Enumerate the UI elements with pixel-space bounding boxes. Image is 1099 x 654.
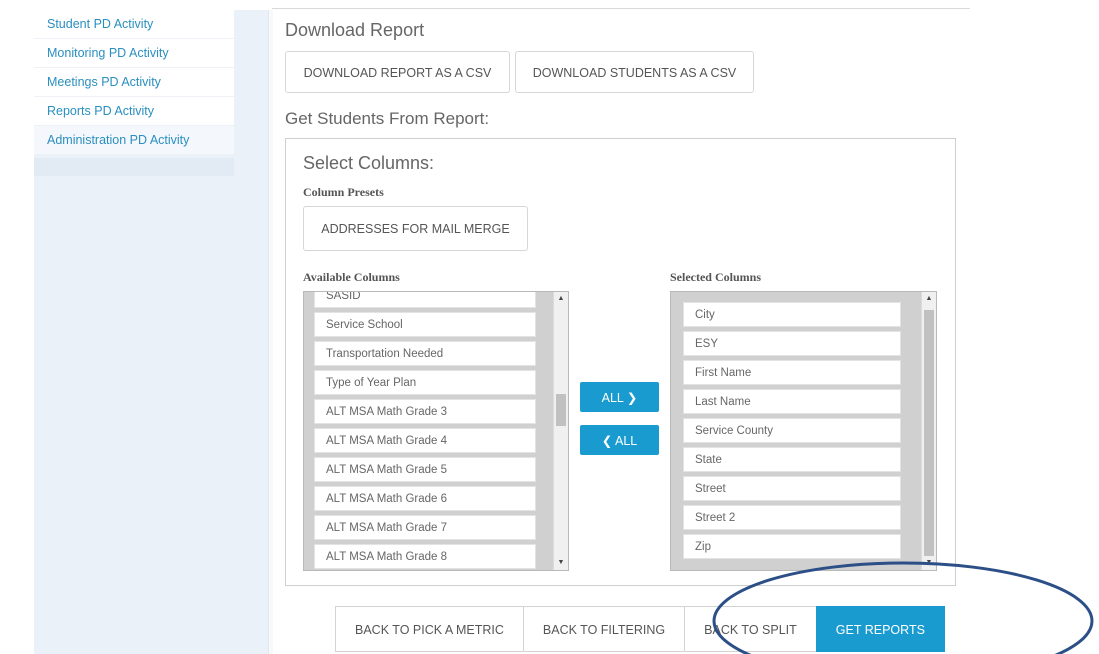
preset-addresses-button[interactable]: ADDRESSES FOR MAIL MERGE [303,206,528,251]
scrollbar-thumb[interactable] [924,310,934,556]
available-column-item[interactable]: Service School [314,312,536,337]
sidebar-footer [34,158,234,176]
select-columns-heading: Select Columns: [303,153,435,173]
scrollbar-thumb[interactable] [556,394,566,426]
available-column-item[interactable]: ALT MSA Math Grade 7 [314,515,536,540]
available-column-item[interactable]: ALT MSA Math Grade 4 [314,428,536,453]
sidebar-item-student-pd[interactable]: Student PD Activity [34,10,234,39]
available-columns-label: Available Columns [303,270,400,284]
selected-list-scrollbar[interactable]: ▲ ▼ [921,292,936,570]
available-column-item[interactable]: ALT MSA Math Grade 6 [314,486,536,511]
move-all-left-button[interactable]: ❮ ALL [580,425,659,455]
available-column-item[interactable]: Transportation Needed [314,341,536,366]
back-to-split-button[interactable]: BACK TO SPLIT [684,606,817,652]
sidebar-item-reports-pd[interactable]: Reports PD Activity [34,97,234,126]
available-column-item[interactable]: Type of Year Plan [314,370,536,395]
selected-column-item[interactable]: State [683,447,901,472]
selected-column-item[interactable]: Zip [683,534,901,559]
sidebar-item-monitoring-pd[interactable]: Monitoring PD Activity [34,39,234,68]
get-students-heading: Get Students From Report: [285,109,490,128]
available-column-item[interactable]: SASID [314,292,536,308]
available-list-scrollbar[interactable]: ▲ ▼ [553,292,568,570]
sidebar-item-meetings-pd[interactable]: Meetings PD Activity [34,68,234,97]
selected-column-item[interactable]: ESY [683,331,901,356]
available-column-item[interactable]: ALT MSA Math Grade 8 [314,544,536,569]
selected-column-item[interactable]: Service County [683,418,901,443]
selected-column-item[interactable]: First Name [683,360,901,385]
scroll-up-arrow-icon[interactable]: ▲ [554,292,568,306]
available-columns-list[interactable]: SASID Service School Transportation Need… [303,291,569,571]
get-reports-button[interactable]: GET REPORTS [815,606,945,652]
available-column-item[interactable]: ALT MSA Math Grade 3 [314,399,536,424]
scroll-down-arrow-icon[interactable]: ▼ [554,556,568,570]
selected-column-item[interactable]: Last Name [683,389,901,414]
content-divider [268,10,273,654]
download-report-heading: Download Report [285,20,425,40]
download-students-csv-button[interactable]: DOWNLOAD STUDENTS AS A CSV [515,51,754,93]
column-presets-label: Column Presets [303,185,384,199]
selected-columns-list[interactable]: City ESY First Name Last Name Service Co… [670,291,937,571]
sidebar: Student PD Activity Monitoring PD Activi… [34,10,268,654]
sidebar-item-administration-pd[interactable]: Administration PD Activity [34,126,234,155]
move-all-right-button[interactable]: ALL ❯ [580,382,659,412]
back-to-filtering-button[interactable]: BACK TO FILTERING [522,606,686,652]
download-report-csv-button[interactable]: DOWNLOAD REPORT AS A CSV [285,51,510,93]
scroll-down-arrow-icon[interactable]: ▼ [922,556,936,570]
sidebar-menu: Student PD Activity Monitoring PD Activi… [34,10,234,155]
wizard-navigation: BACK TO PICK A METRIC BACK TO FILTERING … [335,606,945,652]
selected-column-item[interactable]: Street [683,476,901,501]
available-column-item[interactable]: ALT MSA Math Grade 5 [314,457,536,482]
top-rule [272,8,970,9]
selected-column-item[interactable]: City [683,302,901,327]
selected-columns-label: Selected Columns [670,270,761,284]
selected-column-item[interactable]: Street 2 [683,505,901,530]
back-to-pick-metric-button[interactable]: BACK TO PICK A METRIC [335,606,524,652]
scroll-up-arrow-icon[interactable]: ▲ [922,292,936,306]
